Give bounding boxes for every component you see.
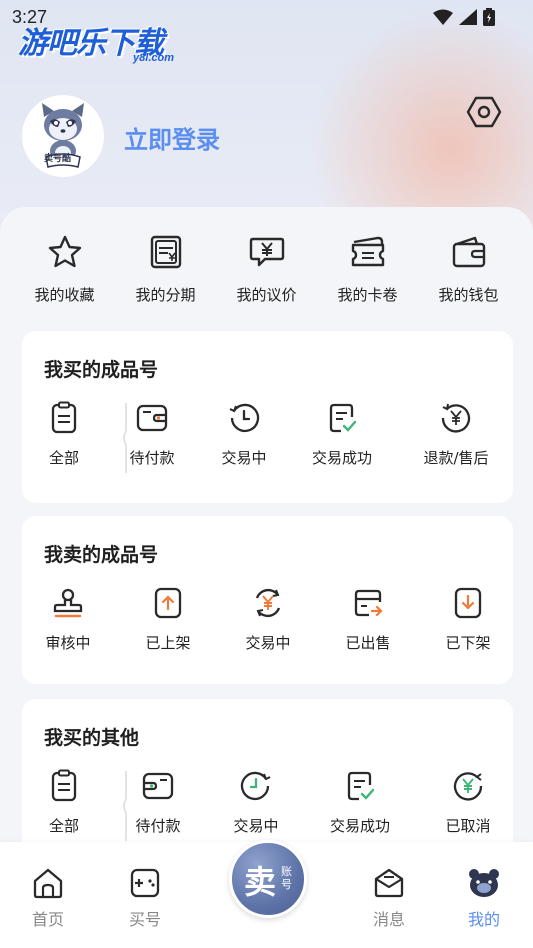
quick-item-wallet[interactable]: 我的钱包 bbox=[424, 232, 514, 312]
bought-refund[interactable]: 退款/售后 bbox=[414, 401, 498, 468]
battery-icon bbox=[483, 8, 495, 26]
sold-accounts-panel: 我卖的成品号 审核中 已上架 交易中 已出售 已下架 bbox=[22, 516, 513, 684]
bought-all[interactable]: 全部 bbox=[40, 401, 88, 468]
clipboard-icon bbox=[51, 401, 77, 434]
settings-button[interactable] bbox=[466, 94, 502, 130]
item-label: 退款/售后 bbox=[423, 449, 489, 467]
item-label: 交易成功 bbox=[311, 449, 372, 467]
sold-reviewing[interactable]: 审核中 bbox=[38, 586, 98, 653]
clock-icon bbox=[229, 403, 260, 433]
bought-other-row: 全部 待付款 交易中 交易成功 已取消 bbox=[22, 769, 513, 849]
shelf-up-icon bbox=[154, 587, 182, 619]
signal-icon bbox=[459, 9, 477, 25]
shelf-down-icon bbox=[454, 587, 482, 619]
tab-label: 买号 bbox=[128, 910, 161, 929]
item-label: 已取消 bbox=[445, 817, 491, 835]
settings-hex-icon bbox=[466, 96, 502, 128]
clipboard-icon bbox=[51, 769, 77, 802]
wallet-icon bbox=[452, 236, 485, 268]
quick-item-favorites[interactable]: 我的收藏 bbox=[20, 232, 110, 312]
item-label: 待付款 bbox=[129, 449, 175, 467]
other-in-progress[interactable]: 交易中 bbox=[226, 769, 286, 836]
refund-icon bbox=[441, 403, 471, 433]
login-link[interactable]: 立即登录 bbox=[124, 120, 220, 155]
cancel-icon bbox=[453, 772, 483, 801]
item-label: 已下架 bbox=[445, 634, 491, 652]
wifi-icon bbox=[433, 9, 453, 25]
bought-accounts-row: 全部 待付款 交易中 交易成功 退款/售后 bbox=[22, 401, 513, 481]
other-cancelled[interactable]: 已取消 bbox=[438, 769, 498, 836]
wallet-pay-icon bbox=[142, 772, 174, 800]
avatar-caption: 卖号酷 bbox=[44, 154, 72, 164]
message-icon bbox=[374, 868, 404, 898]
sold-sold[interactable]: 已出售 bbox=[338, 586, 398, 653]
raccoon-mascot-icon bbox=[42, 103, 84, 168]
gamepad-icon bbox=[130, 868, 160, 898]
stamp-icon bbox=[53, 588, 83, 618]
bought-accounts-panel: 我买的成品号 全部 待付款 交易中 交易成功 退款/售后 bbox=[22, 331, 513, 503]
bought-in-progress[interactable]: 交易中 bbox=[214, 401, 274, 468]
doc-check-icon bbox=[347, 771, 375, 801]
tab-buy[interactable]: 买号 bbox=[110, 866, 180, 930]
item-label: 交易中 bbox=[221, 449, 267, 467]
item-label: 审核中 bbox=[45, 634, 91, 652]
other-success[interactable]: 交易成功 bbox=[320, 769, 400, 836]
quick-item-coupons[interactable]: 我的卡卷 bbox=[323, 232, 413, 312]
bargain-icon bbox=[249, 237, 284, 267]
doc-check-icon bbox=[329, 403, 357, 433]
item-label: 交易中 bbox=[245, 634, 291, 652]
item-label: 已出售 bbox=[345, 634, 391, 652]
quick-item-label: 我的议价 bbox=[236, 286, 297, 304]
other-pending-payment[interactable]: 待付款 bbox=[128, 769, 188, 836]
sold-accounts-row: 审核中 已上架 交易中 已出售 已下架 bbox=[22, 586, 513, 666]
tab-label: 消息 bbox=[372, 910, 405, 929]
tab-label: 首页 bbox=[31, 910, 64, 929]
tab-mine[interactable]: 我的 bbox=[449, 866, 519, 930]
yen-cycle-icon bbox=[255, 588, 281, 618]
item-label: 全部 bbox=[48, 449, 79, 467]
profile-bear-icon bbox=[469, 869, 499, 897]
home-icon bbox=[33, 868, 63, 899]
item-label: 已上架 bbox=[145, 634, 191, 652]
sold-listed[interactable]: 已上架 bbox=[138, 586, 198, 653]
item-label: 待付款 bbox=[135, 817, 181, 835]
panel-title: 我买的其他 bbox=[44, 727, 140, 749]
quick-item-label: 我的收藏 bbox=[34, 286, 95, 304]
installment-icon bbox=[150, 235, 181, 269]
watermark-sub: y8l.com bbox=[133, 52, 174, 64]
clock-icon bbox=[240, 771, 271, 801]
coupon-icon bbox=[351, 236, 384, 267]
quick-item-installment[interactable]: 我的分期 bbox=[121, 232, 211, 312]
quick-item-label: 我的分期 bbox=[135, 286, 196, 304]
panel-title: 我卖的成品号 bbox=[44, 544, 159, 566]
sell-main-label: 卖 bbox=[244, 863, 277, 901]
watermark: 游吧乐下载 y8l.com bbox=[18, 18, 188, 68]
sold-card-icon bbox=[354, 589, 383, 617]
item-label: 全部 bbox=[48, 817, 79, 835]
sold-in-progress[interactable]: 交易中 bbox=[238, 586, 298, 653]
quick-item-label: 我的卡卷 bbox=[337, 286, 398, 304]
sold-delisted[interactable]: 已下架 bbox=[438, 586, 498, 653]
tab-messages[interactable]: 消息 bbox=[354, 866, 424, 930]
bought-success[interactable]: 交易成功 bbox=[302, 401, 382, 468]
quick-actions: 我的收藏 我的分期 我的议价 我的卡卷 我的钱包 bbox=[0, 232, 533, 312]
wallet-pay-icon bbox=[136, 404, 168, 432]
bought-pending-payment[interactable]: 待付款 bbox=[122, 401, 182, 468]
sell-sub-label: 账号 bbox=[281, 865, 292, 891]
star-icon bbox=[48, 235, 81, 268]
tab-home[interactable]: 首页 bbox=[13, 866, 83, 930]
quick-item-bargain[interactable]: 我的议价 bbox=[222, 232, 312, 312]
sell-account-button[interactable]: 卖 账号 bbox=[229, 840, 307, 918]
quick-item-label: 我的钱包 bbox=[438, 286, 499, 304]
panel-title: 我买的成品号 bbox=[44, 359, 159, 381]
item-label: 交易中 bbox=[233, 817, 279, 835]
status-icons bbox=[433, 8, 495, 26]
tab-label: 我的 bbox=[467, 910, 500, 929]
avatar[interactable]: 卖号酷 bbox=[22, 95, 104, 177]
other-all[interactable]: 全部 bbox=[40, 769, 88, 836]
item-label: 交易成功 bbox=[329, 817, 390, 835]
